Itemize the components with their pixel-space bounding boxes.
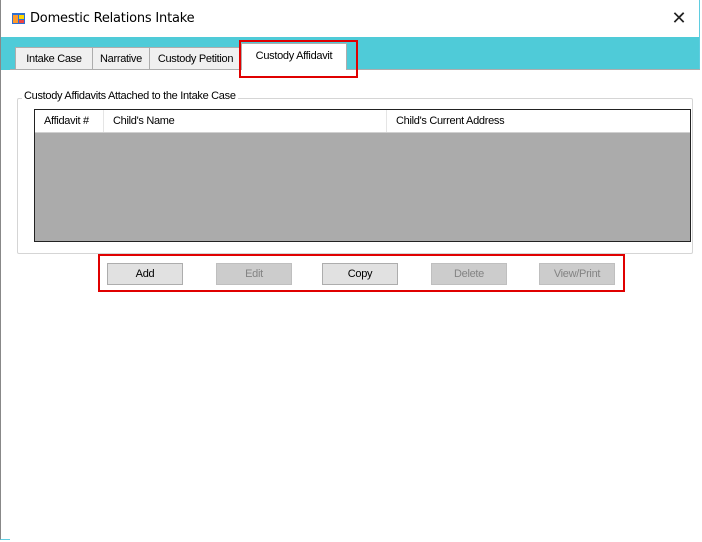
edit-button[interactable]: Edit	[216, 263, 292, 285]
app-icon	[12, 13, 25, 24]
title-bar: Domestic Relations Intake ✕	[1, 0, 699, 37]
grid-header: Affidavit # Child's Name Child's Current…	[35, 110, 690, 133]
affidavits-grid[interactable]: Affidavit # Child's Name Child's Current…	[34, 109, 691, 242]
tab-custody-petition[interactable]: Custody Petition	[149, 47, 242, 69]
column-header-childs-name[interactable]: Child's Name	[104, 110, 387, 132]
tab-intake-case[interactable]: Intake Case	[15, 47, 93, 69]
groupbox-label: Custody Affidavits Attached to the Intak…	[22, 90, 238, 102]
view-print-button[interactable]: View/Print	[539, 263, 615, 285]
column-header-affidavit-number[interactable]: Affidavit #	[35, 110, 104, 132]
tab-highlight-box	[239, 40, 358, 78]
copy-button[interactable]: Copy	[322, 263, 398, 285]
close-icon[interactable]: ✕	[659, 0, 699, 37]
delete-button[interactable]: Delete	[431, 263, 507, 285]
column-header-childs-address[interactable]: Child's Current Address	[387, 110, 690, 132]
add-button[interactable]: Add	[107, 263, 183, 285]
window-title: Domestic Relations Intake	[30, 11, 195, 26]
tab-narrative[interactable]: Narrative	[92, 47, 150, 69]
